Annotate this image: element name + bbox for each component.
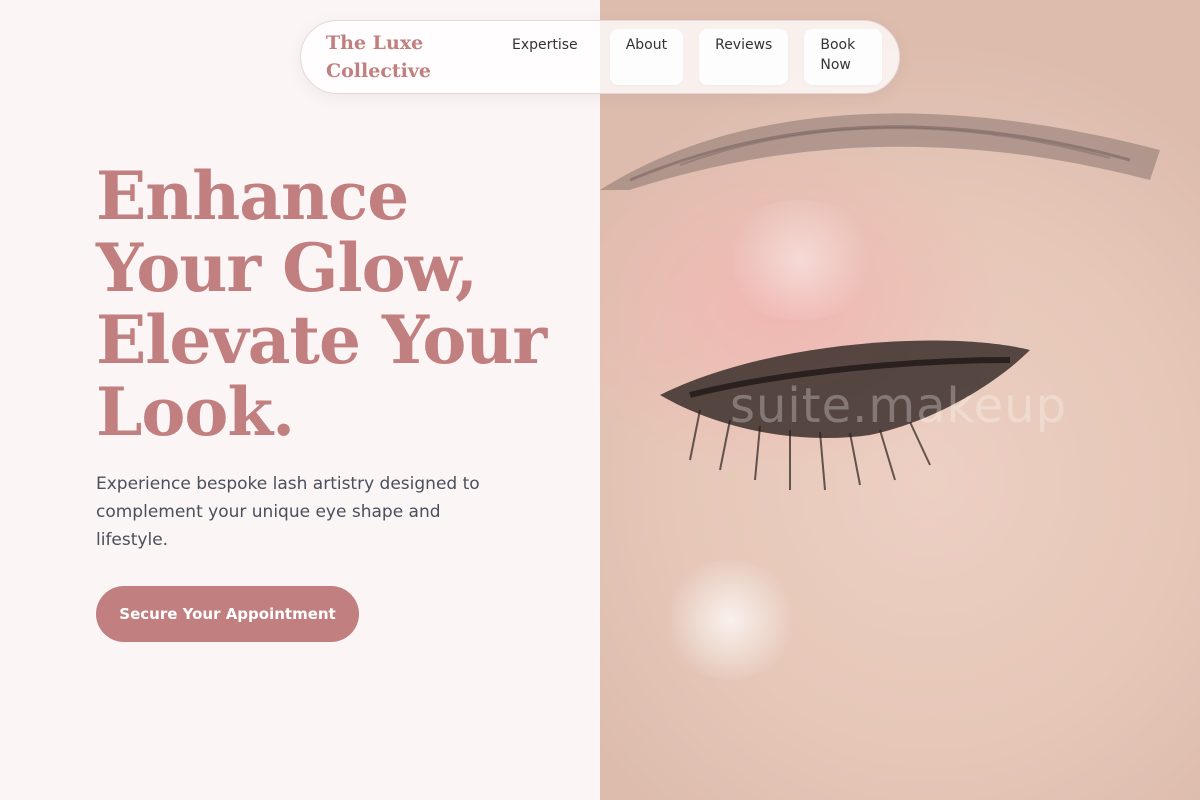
top-navigation: The Luxe Collective Expertise About Revi… <box>300 20 900 94</box>
hero-subtitle: Experience bespoke lash artistry designe… <box>96 474 480 550</box>
nav-link-expertise[interactable]: Expertise <box>496 29 594 85</box>
brand-logo[interactable]: The Luxe Collective <box>326 29 496 85</box>
nav-links: Expertise About Reviews Book Now <box>496 29 883 85</box>
nav-link-book-now[interactable]: Book Now <box>804 29 883 85</box>
hero-image: suite.makeup <box>600 0 1200 800</box>
image-watermark: suite.makeup <box>730 378 1068 434</box>
nav-link-about[interactable]: About <box>609 29 684 85</box>
skin-highlight <box>660 560 800 680</box>
nav-link-reviews[interactable]: Reviews <box>699 29 789 85</box>
hero-title: Enhance Your Glow, Elevate Your Look. <box>96 157 547 451</box>
skin-highlight <box>720 200 880 320</box>
secure-appointment-button[interactable]: Secure Your Appointment <box>96 586 359 642</box>
